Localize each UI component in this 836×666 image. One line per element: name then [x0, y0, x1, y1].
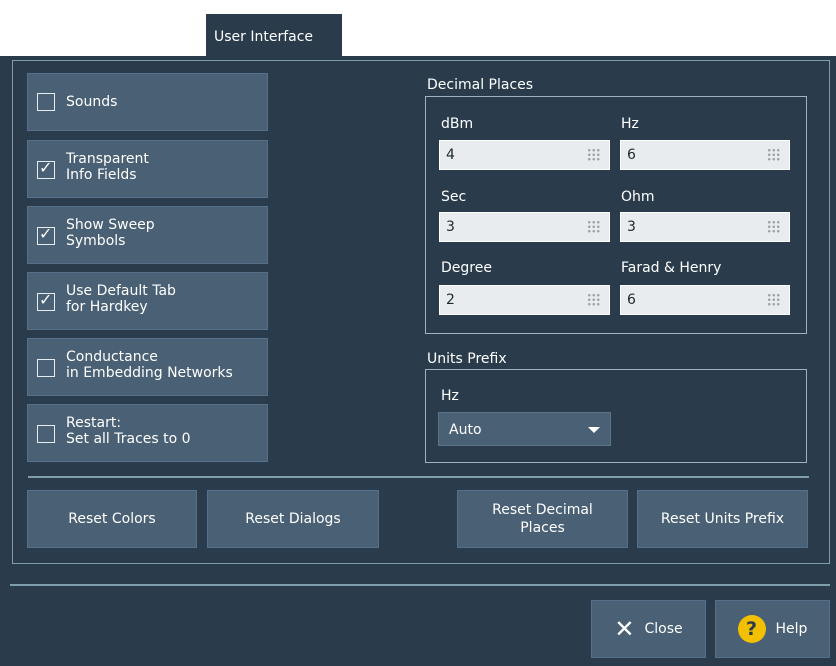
use-default-tab-button[interactable]: ✓ Use Default Tab for Hardkey — [27, 272, 268, 330]
sounds-checkbox[interactable] — [37, 93, 55, 111]
keypad-icon[interactable] — [587, 293, 601, 307]
sounds-checkbox-button[interactable]: Sounds — [27, 73, 268, 131]
reset-units-prefix-button[interactable]: Reset Units Prefix — [637, 490, 808, 548]
restart-traces-checkbox[interactable] — [37, 425, 55, 443]
close-label: Close — [644, 621, 683, 637]
hz-decimal-value: 6 — [627, 147, 636, 163]
dbm-value: 4 — [446, 147, 455, 163]
section-divider — [28, 476, 809, 478]
degree-label: Degree — [441, 260, 492, 276]
restart-traces-label: Restart: Set all Traces to 0 — [66, 415, 191, 447]
transparent-info-fields-button[interactable]: ✓ Transparent Info Fields — [27, 140, 268, 198]
chevron-down-icon — [588, 427, 600, 433]
sounds-label: Sounds — [66, 94, 118, 110]
close-icon: ✕ — [614, 615, 635, 643]
transparent-info-fields-checkbox[interactable]: ✓ — [37, 158, 55, 179]
checkmark-icon: ✓ — [39, 224, 53, 243]
tab-user-interface[interactable]: User Interface — [206, 14, 342, 58]
help-label: Help — [775, 621, 808, 637]
hz-decimal-label: Hz — [621, 116, 639, 132]
keypad-icon[interactable] — [767, 220, 781, 234]
degree-field[interactable]: 2 — [439, 285, 610, 315]
keypad-icon[interactable] — [587, 220, 601, 234]
reset-dialogs-button[interactable]: Reset Dialogs — [207, 490, 379, 548]
conductance-button[interactable]: Conductance in Embedding Networks — [27, 338, 268, 396]
farad-henry-value: 6 — [627, 292, 636, 308]
help-button[interactable]: ? Help — [715, 600, 830, 658]
keypad-icon[interactable] — [587, 148, 601, 162]
footer-divider — [10, 584, 830, 586]
show-sweep-symbols-label: Show Sweep Symbols — [66, 217, 155, 249]
transparent-info-fields-label: Transparent Info Fields — [66, 151, 149, 183]
use-default-tab-label: Use Default Tab for Hardkey — [66, 283, 176, 315]
dbm-field[interactable]: 4 — [439, 140, 610, 170]
keypad-icon[interactable] — [767, 293, 781, 307]
show-sweep-symbols-checkbox[interactable]: ✓ — [37, 224, 55, 245]
units-hz-value: Auto — [449, 422, 482, 438]
help-icon: ? — [737, 615, 766, 643]
close-button[interactable]: ✕ Close — [591, 600, 706, 658]
ohm-value: 3 — [627, 219, 636, 235]
units-hz-select[interactable]: Auto — [438, 412, 611, 446]
use-default-tab-checkbox[interactable]: ✓ — [37, 290, 55, 311]
show-sweep-symbols-button[interactable]: ✓ Show Sweep Symbols — [27, 206, 268, 264]
sec-value: 3 — [446, 219, 455, 235]
keypad-icon[interactable] — [767, 148, 781, 162]
farad-henry-label: Farad & Henry — [621, 260, 722, 276]
degree-value: 2 — [446, 292, 455, 308]
reset-decimal-places-button[interactable]: Reset Decimal Places — [457, 490, 628, 548]
ohm-field[interactable]: 3 — [620, 212, 790, 242]
units-hz-label: Hz — [441, 388, 459, 404]
conductance-label: Conductance in Embedding Networks — [66, 349, 233, 381]
checkmark-icon: ✓ — [39, 158, 53, 177]
decimal-places-title: Decimal Places — [427, 77, 534, 93]
sec-field[interactable]: 3 — [439, 212, 610, 242]
ohm-label: Ohm — [621, 189, 655, 205]
reset-colors-button[interactable]: Reset Colors — [27, 490, 197, 548]
conductance-checkbox[interactable] — [37, 359, 55, 377]
farad-henry-field[interactable]: 6 — [620, 285, 790, 315]
hz-decimal-field[interactable]: 6 — [620, 140, 790, 170]
units-prefix-title: Units Prefix — [427, 351, 507, 367]
restart-traces-button[interactable]: Restart: Set all Traces to 0 — [27, 404, 268, 462]
dbm-label: dBm — [441, 116, 474, 132]
sec-label: Sec — [441, 189, 467, 205]
checkmark-icon: ✓ — [39, 290, 53, 309]
